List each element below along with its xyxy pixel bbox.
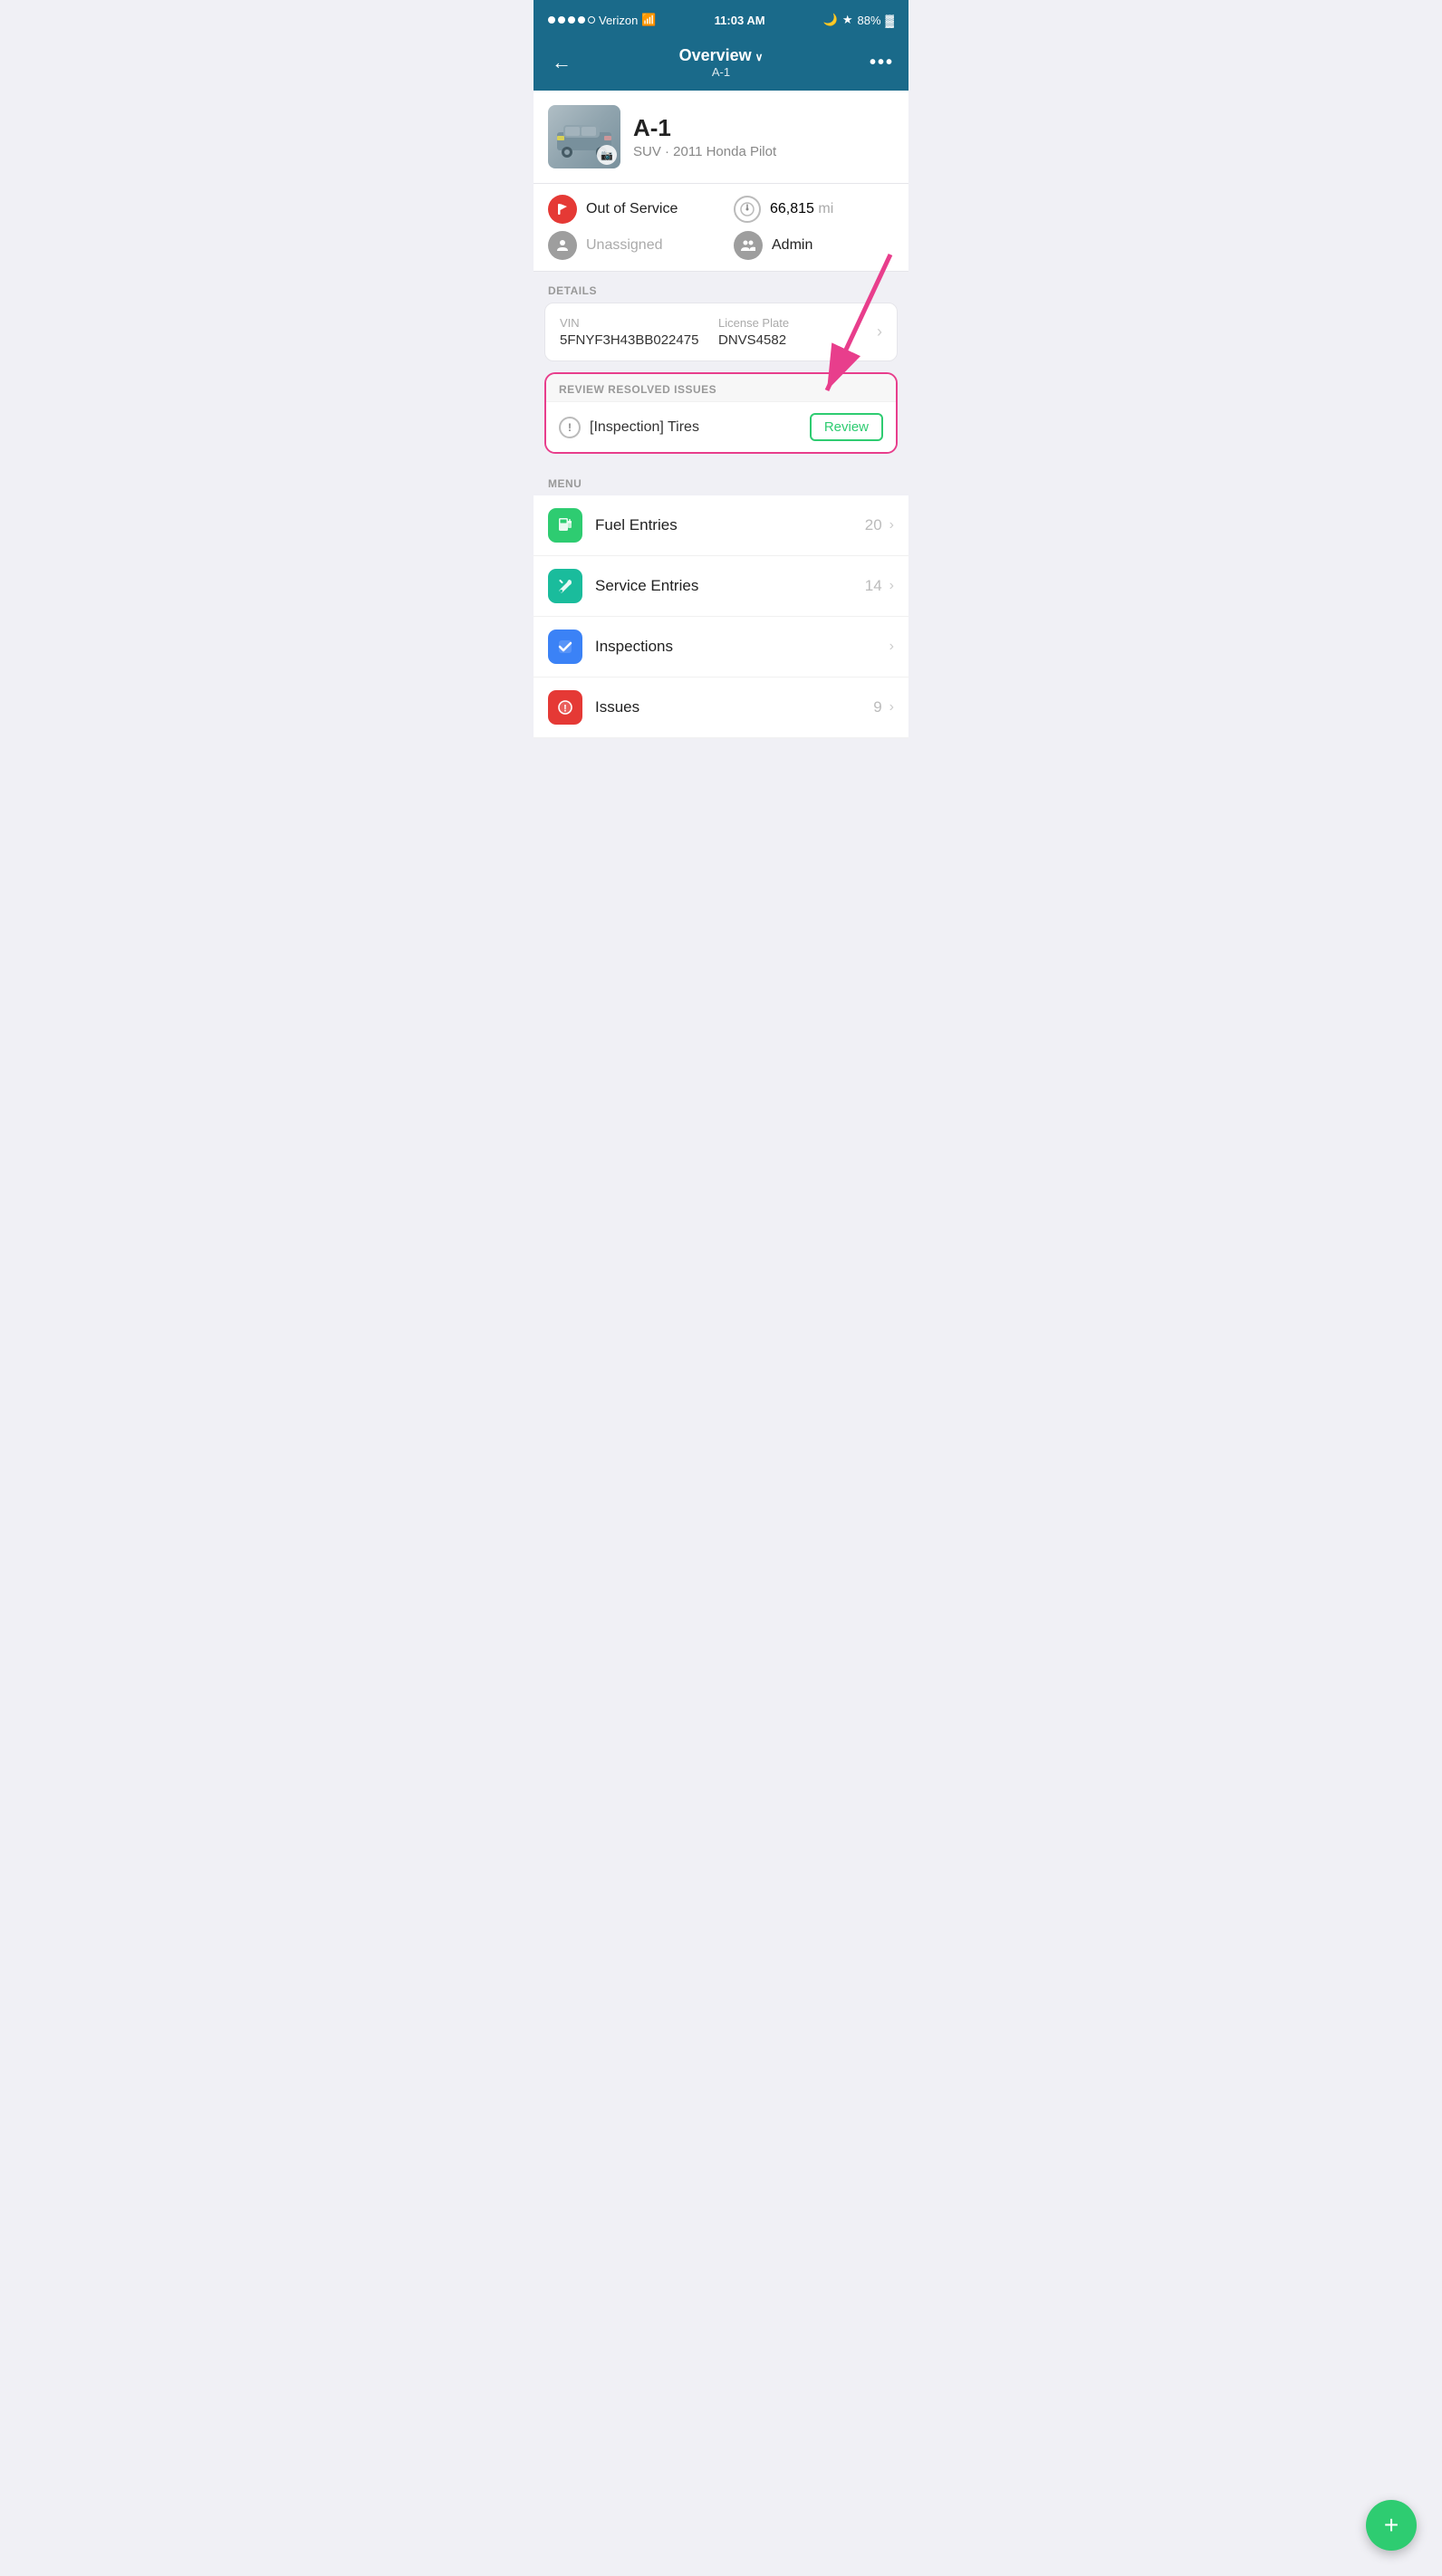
review-section: REVIEW RESOLVED ISSUES ! [Inspection] Ti…: [544, 372, 898, 454]
driver-item: Unassigned: [548, 231, 708, 260]
review-issue-label: [Inspection] Tires: [590, 419, 699, 436]
details-card-inner: VIN 5FNYF3H43BB022475 License Plate DNVS…: [545, 303, 897, 360]
signal-dot-2: [558, 16, 565, 24]
service-chevron-icon: ›: [889, 578, 894, 594]
speedometer-svg: [739, 201, 755, 217]
details-chevron-icon: ›: [877, 322, 882, 341]
inspections-chevron-icon: ›: [889, 639, 894, 655]
fuel-entries-label: Fuel Entries: [595, 516, 865, 534]
battery-icon: ▓: [886, 14, 894, 27]
fuel-icon-wrapper: [548, 508, 582, 543]
menu-item-fuel-entries[interactable]: Fuel Entries 20 ›: [534, 495, 908, 556]
odometer-number: 66,815: [770, 201, 814, 216]
details-section-wrap: VIN 5FNYF3H43BB022475 License Plate DNVS…: [534, 303, 908, 361]
issues-label: Issues: [595, 698, 873, 716]
review-item[interactable]: ! [Inspection] Tires Review: [546, 401, 896, 452]
menu-item-inspections[interactable]: Inspections ›: [534, 617, 908, 678]
status-section: Out of Service 66,815 mi: [534, 184, 908, 272]
issues-count: 9: [873, 698, 881, 716]
person-svg: [555, 238, 570, 253]
vehicle-image[interactable]: 📷: [548, 105, 620, 168]
signal-dot-5: [588, 16, 595, 24]
odometer-value: 66,815 mi: [770, 201, 833, 217]
signal-dots: [548, 16, 595, 24]
details-card[interactable]: VIN 5FNYF3H43BB022475 License Plate DNVS…: [544, 303, 898, 361]
service-icon-wrapper: [548, 569, 582, 603]
status-bar-right: 🌙 ★ 88% ▓: [823, 13, 894, 27]
issues-chevron-icon: ›: [889, 699, 894, 716]
vin-label: VIN: [560, 316, 718, 330]
review-item-left: ! [Inspection] Tires: [559, 417, 699, 438]
service-status-item: Out of Service: [548, 195, 708, 224]
fuel-chevron-icon: ›: [889, 517, 894, 533]
review-button[interactable]: Review: [810, 413, 883, 441]
moon-icon: 🌙: [823, 13, 838, 27]
group-icon: [734, 231, 763, 260]
odometer-item: 66,815 mi: [734, 196, 894, 223]
menu-item-service-entries[interactable]: Service Entries 14 ›: [534, 556, 908, 617]
fuel-entries-count: 20: [865, 516, 882, 534]
menu-section-label: MENU: [534, 465, 908, 495]
service-entries-label: Service Entries: [595, 577, 865, 595]
flag-svg: [555, 202, 570, 216]
status-row-2: Unassigned Admin: [548, 231, 894, 260]
fuel-icon: [555, 515, 575, 535]
menu-item-issues[interactable]: ! Issues 9 ›: [534, 678, 908, 738]
plate-value: DNVS4582: [718, 332, 877, 348]
nav-subtitle: A-1: [712, 65, 730, 79]
driver-icon: [548, 231, 577, 260]
wrench-icon: [555, 576, 575, 596]
plate-label: License Plate: [718, 316, 877, 330]
svg-text:!: !: [563, 704, 567, 715]
carrier-label: Verizon: [599, 14, 638, 27]
nav-title-chevron[interactable]: ∨: [755, 51, 764, 63]
vin-col: VIN 5FNYF3H43BB022475: [560, 316, 718, 348]
page-content: 📷 A-1 SUV · 2011 Honda Pilot Out of Serv…: [534, 91, 908, 761]
groups-svg: [740, 237, 756, 254]
menu-section: Fuel Entries 20 › Service Entries 14 ›: [534, 495, 908, 738]
vehicle-info: A-1 SUV · 2011 Honda Pilot: [633, 114, 894, 159]
vehicle-name: A-1: [633, 114, 894, 142]
issues-icon: !: [555, 697, 575, 717]
fab-add-button[interactable]: +: [1366, 2500, 1417, 2551]
more-button[interactable]: •••: [870, 53, 894, 73]
group-item: Admin: [734, 231, 894, 260]
signal-dot-4: [578, 16, 585, 24]
status-row-1: Out of Service 66,815 mi: [548, 195, 894, 224]
wifi-icon: 📶: [641, 13, 656, 27]
out-of-service-icon: [548, 195, 577, 224]
vehicle-type: SUV · 2011 Honda Pilot: [633, 144, 894, 159]
signal-dot-3: [568, 16, 575, 24]
status-bar-time: 11:03 AM: [715, 14, 765, 27]
inspection-icon-wrapper: [548, 630, 582, 664]
out-of-service-label: Out of Service: [586, 201, 678, 217]
details-section-label: DETAILS: [534, 272, 908, 303]
signal-dot-1: [548, 16, 555, 24]
inspections-label: Inspections: [595, 638, 882, 656]
issues-icon-wrapper: !: [548, 690, 582, 725]
nav-title: Overview ∨: [679, 46, 764, 65]
status-bar: Verizon 📶 11:03 AM 🌙 ★ 88% ▓: [534, 0, 908, 40]
nav-title-text: Overview: [679, 46, 752, 65]
review-section-header: REVIEW RESOLVED ISSUES: [546, 374, 896, 401]
nav-bar: ← Overview ∨ A-1 •••: [534, 40, 908, 91]
service-entries-count: 14: [865, 577, 882, 595]
odometer-unit: mi: [818, 201, 833, 216]
driver-label: Unassigned: [586, 237, 663, 254]
status-bar-left: Verizon 📶: [548, 13, 657, 27]
speedometer-icon: [734, 196, 761, 223]
battery-percentage: 88%: [857, 14, 880, 27]
plate-col: License Plate DNVS4582: [718, 316, 877, 348]
checkmark-icon: [555, 637, 575, 657]
nav-title-block: Overview ∨ A-1: [679, 46, 764, 79]
back-button[interactable]: ←: [548, 47, 575, 78]
group-label: Admin: [772, 237, 812, 254]
review-issue-icon: !: [559, 417, 581, 438]
vin-value: 5FNYF3H43BB022475: [560, 332, 718, 348]
camera-badge[interactable]: 📷: [597, 145, 617, 165]
vehicle-header: 📷 A-1 SUV · 2011 Honda Pilot: [534, 91, 908, 184]
review-area: REVIEW RESOLVED ISSUES ! [Inspection] Ti…: [534, 372, 908, 454]
bluetooth-icon: ★: [842, 13, 853, 27]
